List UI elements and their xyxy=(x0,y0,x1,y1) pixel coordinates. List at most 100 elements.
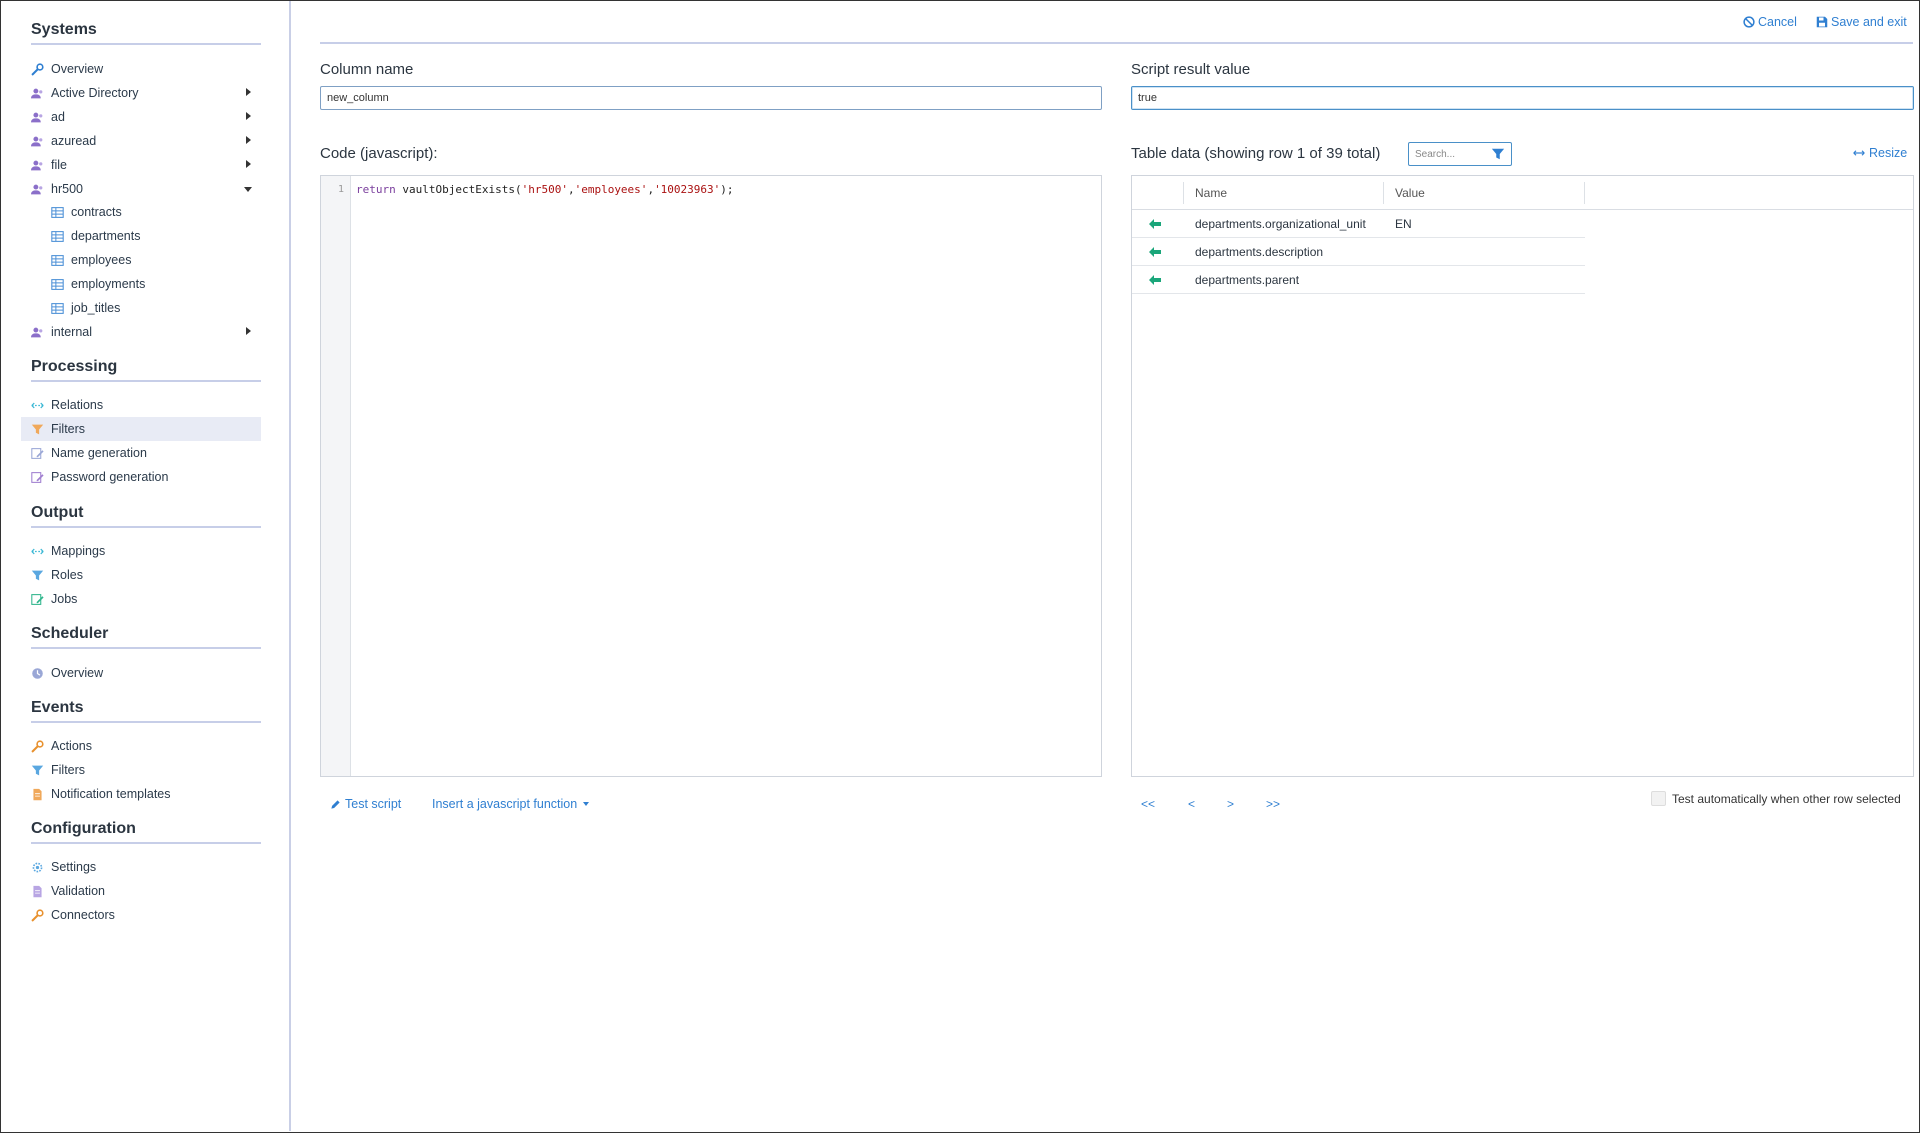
sidebar-item-contracts[interactable]: contracts xyxy=(21,200,261,224)
sidebar-item-file[interactable]: file xyxy=(21,153,261,177)
auto-test-option[interactable]: Test automatically when other row select… xyxy=(1651,791,1901,806)
pager-next-button[interactable]: > xyxy=(1227,797,1234,811)
sidebar-item-settings[interactable]: Settings xyxy=(21,855,261,879)
sidebar-item-label: internal xyxy=(51,325,92,339)
table-row[interactable]: departments.description xyxy=(1132,238,1585,266)
table-icon xyxy=(51,302,64,315)
section-divider xyxy=(31,647,261,649)
arrow-left-icon[interactable] xyxy=(1149,247,1161,257)
sidebar-item-notification-templates[interactable]: Notification templates xyxy=(21,782,261,806)
sidebar-item-label: Settings xyxy=(51,860,97,874)
code-keyword: return xyxy=(356,183,396,196)
sidebar-item-label: Notification templates xyxy=(51,787,171,801)
sidebar-item-label: Connectors xyxy=(51,908,115,922)
script-result-input[interactable] xyxy=(1131,86,1914,110)
section-title-processing: Processing xyxy=(31,358,118,375)
arrow-left-icon[interactable] xyxy=(1149,275,1161,285)
resize-label: Resize xyxy=(1869,146,1908,160)
save-and-exit-button[interactable]: Save and exit xyxy=(1816,15,1907,29)
sidebar-item-actions[interactable]: Actions xyxy=(21,734,261,758)
sidebar-item-hr500[interactable]: hr500 xyxy=(21,177,261,201)
chevron-down-icon xyxy=(244,187,252,192)
sidebar-item-connectors[interactable]: Connectors xyxy=(21,903,261,927)
sidebar-item-departments[interactable]: departments xyxy=(21,224,261,248)
data-table: Name Value departments.organizational_un… xyxy=(1131,175,1914,777)
document-icon xyxy=(31,788,44,801)
cell-name: departments.description xyxy=(1195,245,1324,259)
save-icon xyxy=(1816,16,1828,28)
auto-test-checkbox[interactable] xyxy=(1651,791,1666,806)
sidebar-item-scheduler-overview[interactable]: Overview xyxy=(21,661,261,685)
document-icon xyxy=(31,885,44,898)
arrows-horizontal-icon xyxy=(31,545,44,558)
pager-first-button[interactable]: << xyxy=(1141,797,1155,811)
table-search[interactable] xyxy=(1408,142,1512,166)
sidebar-item-label: Jobs xyxy=(51,592,78,606)
sidebar-item-filters[interactable]: Filters xyxy=(21,417,261,441)
sidebar-item-internal[interactable]: internal xyxy=(21,320,261,344)
filter-icon xyxy=(31,423,44,436)
chevron-right-icon xyxy=(246,88,251,96)
table-row[interactable]: departments.organizational_unit EN xyxy=(1132,210,1585,238)
users-icon xyxy=(31,87,44,100)
chevron-right-icon xyxy=(246,327,251,335)
filter-icon xyxy=(31,764,44,777)
users-icon xyxy=(31,326,44,339)
resize-button[interactable]: Resize xyxy=(1852,146,1907,160)
pager-last-button[interactable]: >> xyxy=(1266,797,1280,811)
sidebar-item-label: employments xyxy=(71,277,146,291)
edit-icon xyxy=(31,471,44,484)
column-name-input[interactable] xyxy=(320,86,1102,110)
sidebar-item-job-titles[interactable]: job_titles xyxy=(21,296,261,320)
code-editor[interactable]: 1 return vaultObjectExists('hr500','empl… xyxy=(320,175,1102,777)
table-header: Name Value xyxy=(1132,176,1913,210)
sidebar-item-name-generation[interactable]: Name generation xyxy=(21,441,261,465)
sidebar-item-active-directory[interactable]: Active Directory xyxy=(21,81,261,105)
cancel-button[interactable]: Cancel xyxy=(1743,15,1797,29)
sidebar-item-event-filters[interactable]: Filters xyxy=(21,758,261,782)
cell-name: departments.parent xyxy=(1195,273,1300,287)
arrow-left-icon[interactable] xyxy=(1149,219,1161,229)
sidebar-item-employees[interactable]: employees xyxy=(21,248,261,272)
insert-function-dropdown[interactable]: Insert a javascript function xyxy=(432,797,590,811)
wrench-icon xyxy=(31,739,44,753)
code-function: vaultObjectExists( xyxy=(395,183,522,196)
section-divider xyxy=(31,721,261,723)
cell-name: departments.organizational_unit xyxy=(1195,217,1366,231)
filter-icon[interactable] xyxy=(1491,147,1505,161)
gear-icon xyxy=(31,861,44,874)
sidebar-item-jobs[interactable]: Jobs xyxy=(21,587,261,611)
chevron-right-icon xyxy=(246,160,251,168)
sidebar-item-employments[interactable]: employments xyxy=(21,272,261,296)
header-divider xyxy=(320,42,1913,44)
column-header-name[interactable]: Name xyxy=(1195,186,1227,200)
edit-icon xyxy=(31,447,44,460)
table-search-input[interactable] xyxy=(1409,143,1489,165)
section-divider xyxy=(31,842,261,844)
sidebar-item-roles[interactable]: Roles xyxy=(21,563,261,587)
sidebar-item-mappings[interactable]: Mappings xyxy=(21,539,261,563)
sidebar-item-azuread[interactable]: azuread xyxy=(21,129,261,153)
table-data-title: Table data (showing row 1 of 39 total) xyxy=(1131,145,1381,162)
section-title-events: Events xyxy=(31,699,84,716)
sidebar-item-label: Password generation xyxy=(51,470,169,484)
ban-icon xyxy=(1743,16,1755,28)
sidebar-item-relations[interactable]: Relations xyxy=(21,393,261,417)
code-end: ); xyxy=(720,183,734,196)
section-title-configuration: Configuration xyxy=(31,820,136,837)
test-script-button[interactable]: Test script xyxy=(330,797,401,811)
pager-prev-button[interactable]: < xyxy=(1188,797,1195,811)
chevron-right-icon xyxy=(246,112,251,120)
table-row[interactable]: departments.parent xyxy=(1132,266,1585,294)
users-icon xyxy=(31,159,44,172)
table-icon xyxy=(51,230,64,243)
sidebar-item-ad[interactable]: ad xyxy=(21,105,261,129)
resize-horizontal-icon xyxy=(1853,150,1865,156)
code-line[interactable]: return vaultObjectExists('hr500','employ… xyxy=(356,183,734,196)
sidebar-item-password-generation[interactable]: Password generation xyxy=(21,465,261,489)
column-header-value[interactable]: Value xyxy=(1395,186,1425,200)
sidebar-item-validation[interactable]: Validation xyxy=(21,879,261,903)
sidebar-item-label: Actions xyxy=(51,739,92,753)
sidebar-item-systems-overview[interactable]: Overview xyxy=(21,57,261,81)
sidebar-item-label: Overview xyxy=(51,62,104,76)
